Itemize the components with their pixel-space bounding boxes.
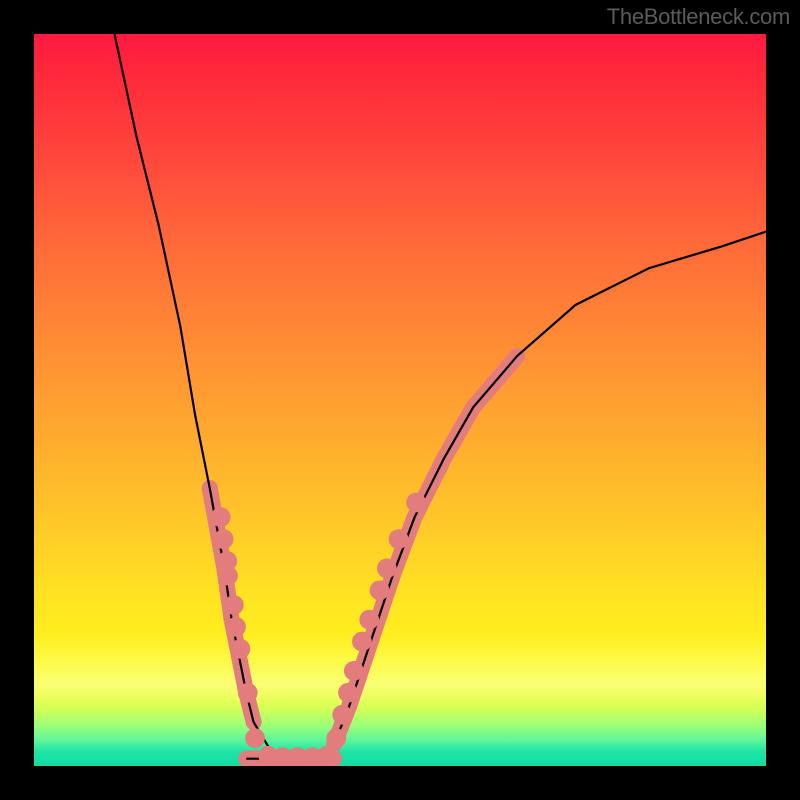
marker-point [406,493,426,513]
marker-point [226,617,246,637]
chart-frame: TheBottleneck.com [0,0,800,800]
marker-point [238,683,258,703]
curve-left [115,34,276,759]
marker-points [211,493,426,766]
watermark-text: TheBottleneck.com [607,4,790,30]
marker-point [359,610,379,630]
curve-right [334,232,766,744]
chart-svg [34,34,766,766]
marker-point [218,566,238,586]
marker-point [326,728,346,748]
marker-point [332,705,352,725]
marker-point [338,683,358,703]
marker-point [344,661,364,681]
marker-point [214,529,234,549]
marker-point [231,639,251,659]
marker-point [245,728,265,748]
marker-point [317,746,337,766]
marker-point [224,595,244,615]
marker-point [377,558,397,578]
plot-area [34,34,766,766]
marker-stroke-right [334,356,517,744]
marker-point [352,632,372,652]
curve-group [115,34,766,759]
marker-point [370,580,390,600]
marker-point [389,529,409,549]
marker-point [211,507,231,527]
